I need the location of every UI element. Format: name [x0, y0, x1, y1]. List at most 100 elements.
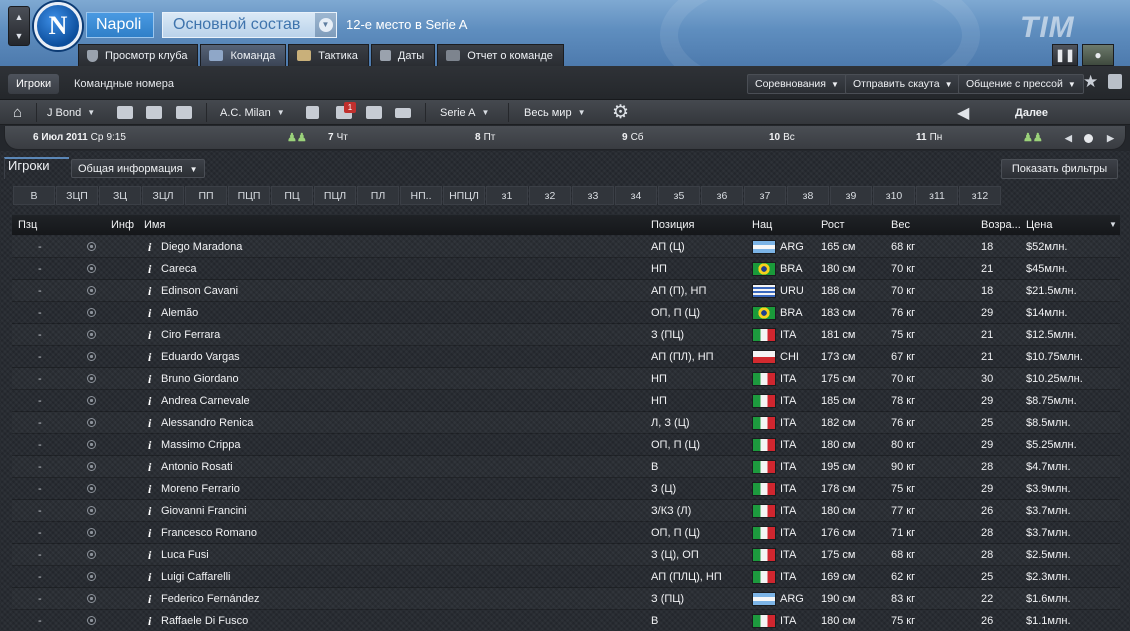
calendar-day[interactable]: 11 Пн	[916, 126, 942, 150]
position-filter-button[interactable]: з10	[873, 186, 915, 205]
player-nationality[interactable]: ARG	[780, 236, 804, 258]
position-filter-button[interactable]: ПЦП	[228, 186, 270, 205]
select-radio[interactable]	[87, 462, 96, 471]
club-crest[interactable]: N	[34, 2, 82, 50]
player-name[interactable]: Federico Fernández	[161, 588, 259, 610]
position-filter-button[interactable]: ПЦ	[271, 186, 313, 205]
player-nationality[interactable]: CHI	[780, 346, 799, 368]
schedule-button[interactable]	[366, 100, 382, 125]
player-name[interactable]: Edinson Cavani	[161, 280, 238, 302]
league-menu[interactable]: Serie A ▼	[440, 100, 489, 125]
player-name[interactable]: Moreno Ferrario	[161, 478, 240, 500]
col-info[interactable]: Инф	[111, 215, 134, 235]
calendar-next-button[interactable]: ▶	[1107, 126, 1114, 150]
tab-squad[interactable]: Команда	[200, 44, 287, 66]
pause-button[interactable]: ❚❚	[1052, 44, 1078, 66]
notes-icon[interactable]	[1108, 74, 1122, 89]
home-button[interactable]: ⌂	[13, 100, 22, 125]
select-radio[interactable]	[87, 308, 96, 317]
info-icon[interactable]: i	[148, 500, 151, 522]
chevron-down-icon[interactable]: ▼	[9, 26, 29, 45]
people-icon[interactable]: ♟♟	[287, 126, 307, 151]
player-nationality[interactable]: URU	[780, 280, 804, 302]
calendar-day[interactable]: 8 Пт	[475, 126, 495, 150]
info-icon[interactable]: i	[148, 434, 151, 456]
position-filter-button[interactable]: з9	[830, 186, 872, 205]
calendar-day[interactable]: 10 Вс	[769, 126, 795, 150]
people-icon[interactable]: ♟♟	[1023, 126, 1043, 151]
player-nationality[interactable]: ITA	[780, 412, 796, 434]
position-filter-button[interactable]: НПЦЛ	[443, 186, 485, 205]
continue-button[interactable]: Далее	[1015, 100, 1048, 125]
player-name[interactable]: Antonio Rosati	[161, 456, 233, 478]
position-filter-button[interactable]: НП..	[400, 186, 442, 205]
player-nationality[interactable]: ITA	[780, 456, 796, 478]
player-name[interactable]: Alessandro Renica	[161, 412, 253, 434]
col-status[interactable]: Пзц	[18, 215, 37, 235]
position-filter-button[interactable]: В	[13, 186, 55, 205]
col-name[interactable]: Имя	[144, 215, 165, 235]
show-filters-button[interactable]: Показать фильтры	[1001, 159, 1118, 179]
region-menu[interactable]: Весь мир ▼	[524, 100, 586, 125]
info-icon[interactable]: i	[148, 258, 151, 280]
select-radio[interactable]	[87, 572, 96, 581]
player-nationality[interactable]: ITA	[780, 610, 796, 631]
position-filter-button[interactable]: ЗЦЛ	[142, 186, 184, 205]
dropdown-toggle[interactable]: ▼	[315, 13, 336, 37]
select-radio[interactable]	[87, 264, 96, 273]
position-filter-button[interactable]: ПП	[185, 186, 227, 205]
calendar-prev-button[interactable]: ◀	[1065, 126, 1072, 150]
info-icon[interactable]: i	[148, 302, 151, 324]
player-name[interactable]: Francesco Romano	[161, 522, 257, 544]
player-nationality[interactable]: ITA	[780, 522, 796, 544]
kit-button[interactable]: ●	[1082, 44, 1114, 66]
table-row[interactable]: - i Massimo Crippa ОП, П (Ц) ITA 180 см 80 кг 2…	[12, 434, 1120, 456]
player-name[interactable]: Careca	[161, 258, 196, 280]
club-name[interactable]: Napoli	[86, 12, 154, 38]
table-row[interactable]: - i Alemão ОП, П (Ц) BRA 183 см 76 кг 29 $14млн.	[12, 302, 1120, 324]
player-nationality[interactable]: ITA	[780, 434, 796, 456]
subtab-players[interactable]: Игроки	[8, 74, 60, 94]
info-icon[interactable]: i	[148, 478, 151, 500]
select-radio[interactable]	[87, 418, 96, 427]
select-radio[interactable]	[87, 242, 96, 251]
chevron-up-icon[interactable]: ▲	[9, 7, 29, 26]
select-radio[interactable]	[87, 528, 96, 537]
info-icon[interactable]: i	[148, 390, 151, 412]
info-icon[interactable]: i	[148, 324, 151, 346]
position-filter-button[interactable]: ЗЦП	[56, 186, 98, 205]
col-position[interactable]: Позиция	[651, 215, 695, 235]
table-row[interactable]: - i Andrea Carnevale НП ITA 185 см 78 кг 29 $8.7…	[12, 390, 1120, 412]
select-radio[interactable]	[87, 550, 96, 559]
position-filter-button[interactable]: з5	[658, 186, 700, 205]
position-filter-button[interactable]: ЗЦ	[99, 186, 141, 205]
table-row[interactable]: - i Luigi Caffarelli АП (ПЛЦ), НП ITA 169 см 6…	[12, 566, 1120, 588]
player-name[interactable]: Massimo Crippa	[161, 434, 240, 456]
col-age[interactable]: Возра...	[981, 215, 1021, 235]
press-menu[interactable]: Общение с прессой ▼	[958, 74, 1084, 94]
player-name[interactable]: Ciro Ferrara	[161, 324, 220, 346]
sort-desc-icon[interactable]: ▼	[1109, 215, 1117, 235]
table-row[interactable]: - i Eduardo Vargas АП (ПЛ), НП CHI 173 см 67 к…	[12, 346, 1120, 368]
player-nationality[interactable]: ITA	[780, 324, 796, 346]
club-switcher[interactable]: ▲ ▼	[8, 6, 30, 46]
table-row[interactable]: - i Federico Fernández З (ПЦ) ARG 190 см 83 кг…	[12, 588, 1120, 610]
select-radio[interactable]	[87, 352, 96, 361]
position-filter-button[interactable]: ПЦЛ	[314, 186, 356, 205]
position-filter-button[interactable]: з6	[701, 186, 743, 205]
player-name[interactable]: Luca Fusi	[161, 544, 209, 566]
back-button[interactable]: ◀	[957, 100, 969, 125]
select-radio[interactable]	[87, 330, 96, 339]
info-icon[interactable]: i	[148, 236, 151, 258]
player-name[interactable]: Raffaele Di Fusco	[161, 610, 248, 631]
position-filter-button[interactable]: з2	[529, 186, 571, 205]
manager-menu[interactable]: J Bond ▼	[47, 100, 95, 125]
select-radio[interactable]	[87, 440, 96, 449]
table-row[interactable]: - i Giovanni Francini З/КЗ (Л) ITA 180 см 77 к…	[12, 500, 1120, 522]
player-nationality[interactable]: ITA	[780, 544, 796, 566]
star-icon[interactable]: ★	[1083, 72, 1098, 92]
position-filter-button[interactable]: з7	[744, 186, 786, 205]
info-icon[interactable]: i	[148, 544, 151, 566]
info-icon[interactable]: i	[148, 456, 151, 478]
info-icon[interactable]: i	[148, 280, 151, 302]
